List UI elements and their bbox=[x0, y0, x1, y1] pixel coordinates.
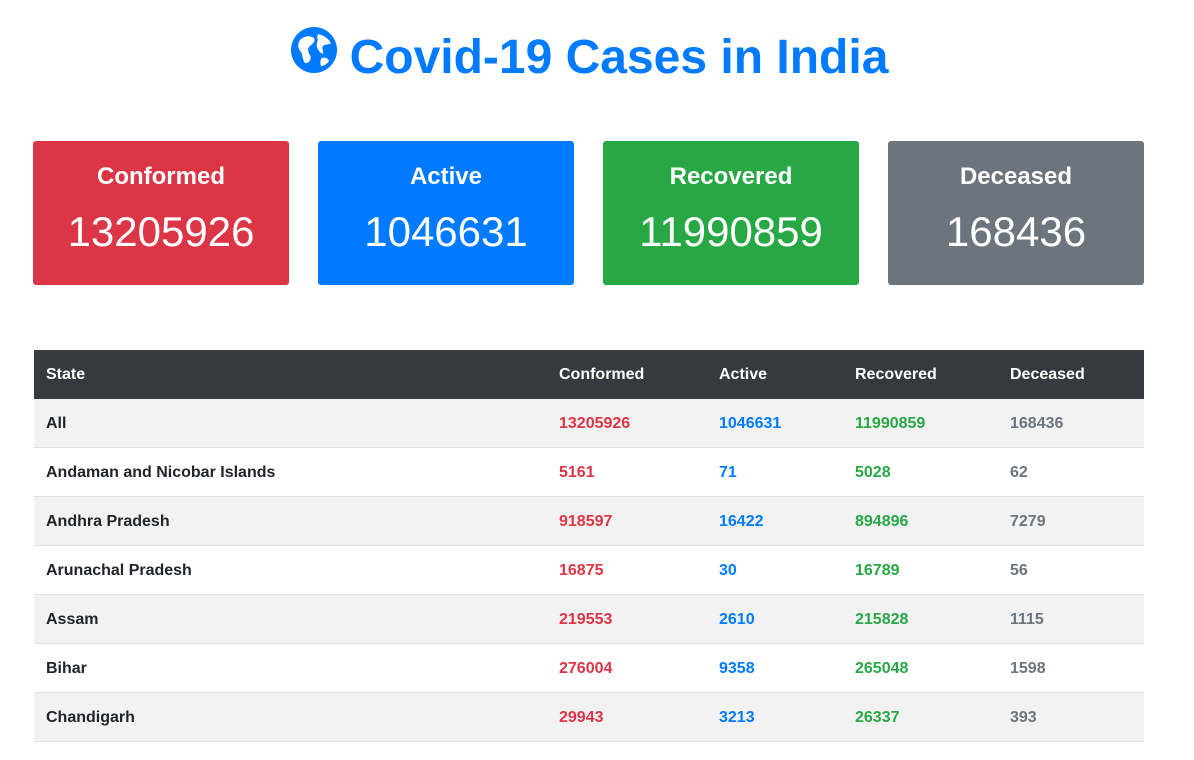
table-row: Andhra Pradesh 918597 16422 894896 7279 bbox=[34, 497, 1144, 546]
active-count: 2610 bbox=[719, 611, 755, 628]
deceased-count: 62 bbox=[1010, 464, 1028, 481]
deceased-count: 168436 bbox=[1010, 415, 1064, 432]
deceased-count: 56 bbox=[1010, 562, 1028, 579]
card-label: Active bbox=[409, 163, 483, 190]
state-name: Bihar bbox=[46, 660, 87, 677]
conformed-count: 5161 bbox=[559, 464, 595, 481]
card-label: Recovered bbox=[669, 163, 793, 190]
recovered-count: 215828 bbox=[855, 611, 909, 628]
conformed-count: 918597 bbox=[559, 513, 613, 530]
column-header-conformed: Conformed bbox=[559, 366, 645, 383]
table-row: Chandigarh 29943 3213 26337 393 bbox=[34, 693, 1144, 742]
card-conformed: Conformed 13205926 bbox=[33, 141, 289, 285]
recovered-count: 5028 bbox=[855, 464, 891, 481]
deceased-count: 7279 bbox=[1010, 513, 1046, 530]
conformed-count: 276004 bbox=[559, 660, 613, 677]
deceased-count: 1115 bbox=[1010, 611, 1044, 628]
conformed-count: 13205926 bbox=[559, 415, 631, 432]
states-table: State Conformed Active Recovered Decease… bbox=[34, 350, 1144, 742]
card-deceased: Deceased 168436 bbox=[888, 141, 1144, 285]
recovered-count: 26337 bbox=[855, 709, 900, 726]
card-label: Conformed bbox=[97, 163, 225, 190]
table-row: Assam 219553 2610 215828 1115 bbox=[34, 595, 1144, 644]
active-count: 71 bbox=[719, 464, 737, 481]
recovered-count: 894896 bbox=[855, 513, 909, 530]
state-name: Assam bbox=[46, 611, 99, 628]
column-header-active: Active bbox=[719, 366, 768, 383]
card-label: Deceased bbox=[959, 163, 1073, 190]
active-count: 3213 bbox=[719, 709, 755, 726]
state-name: All bbox=[46, 415, 67, 432]
column-header-recovered: Recovered bbox=[855, 366, 937, 383]
state-name: Andaman and Nicobar Islands bbox=[46, 464, 276, 481]
deceased-count: 1598 bbox=[1010, 660, 1046, 677]
column-header-state: State bbox=[46, 366, 86, 383]
recovered-count: 265048 bbox=[855, 660, 909, 677]
card-active: Active 1046631 bbox=[318, 141, 574, 285]
card-value: 13205926 bbox=[67, 208, 255, 255]
globe-icon bbox=[290, 26, 338, 87]
card-value: 1046631 bbox=[364, 208, 528, 255]
state-name: Andhra Pradesh bbox=[46, 513, 170, 530]
active-count: 9358 bbox=[719, 660, 755, 677]
conformed-count: 29943 bbox=[559, 709, 604, 726]
active-count: 1046631 bbox=[719, 415, 782, 432]
card-value: 11990859 bbox=[639, 208, 823, 255]
card-recovered: Recovered 11990859 bbox=[603, 141, 859, 285]
recovered-count: 11990859 bbox=[855, 415, 926, 432]
table-row: Andaman and Nicobar Islands 5161 71 5028… bbox=[34, 448, 1144, 497]
page-title-text: Covid-19 Cases in India bbox=[349, 31, 889, 84]
conformed-count: 16875 bbox=[559, 562, 604, 579]
card-value: 168436 bbox=[945, 208, 1087, 255]
table-row: Arunachal Pradesh 16875 30 16789 56 bbox=[34, 546, 1144, 595]
state-name: Arunachal Pradesh bbox=[46, 562, 192, 579]
deceased-count: 393 bbox=[1010, 709, 1037, 726]
page-title: Covid-19 Cases in India bbox=[0, 26, 1178, 87]
active-count: 30 bbox=[719, 562, 737, 579]
table-header-row: State Conformed Active Recovered Decease… bbox=[34, 350, 1144, 399]
active-count: 16422 bbox=[719, 513, 764, 530]
table-row: All 13205926 1046631 11990859 168436 bbox=[34, 399, 1144, 448]
column-header-deceased: Deceased bbox=[1010, 366, 1085, 383]
recovered-count: 16789 bbox=[855, 562, 900, 579]
conformed-count: 219553 bbox=[559, 611, 613, 628]
table-row: Bihar 276004 9358 265048 1598 bbox=[34, 644, 1144, 693]
state-name: Chandigarh bbox=[46, 709, 135, 726]
